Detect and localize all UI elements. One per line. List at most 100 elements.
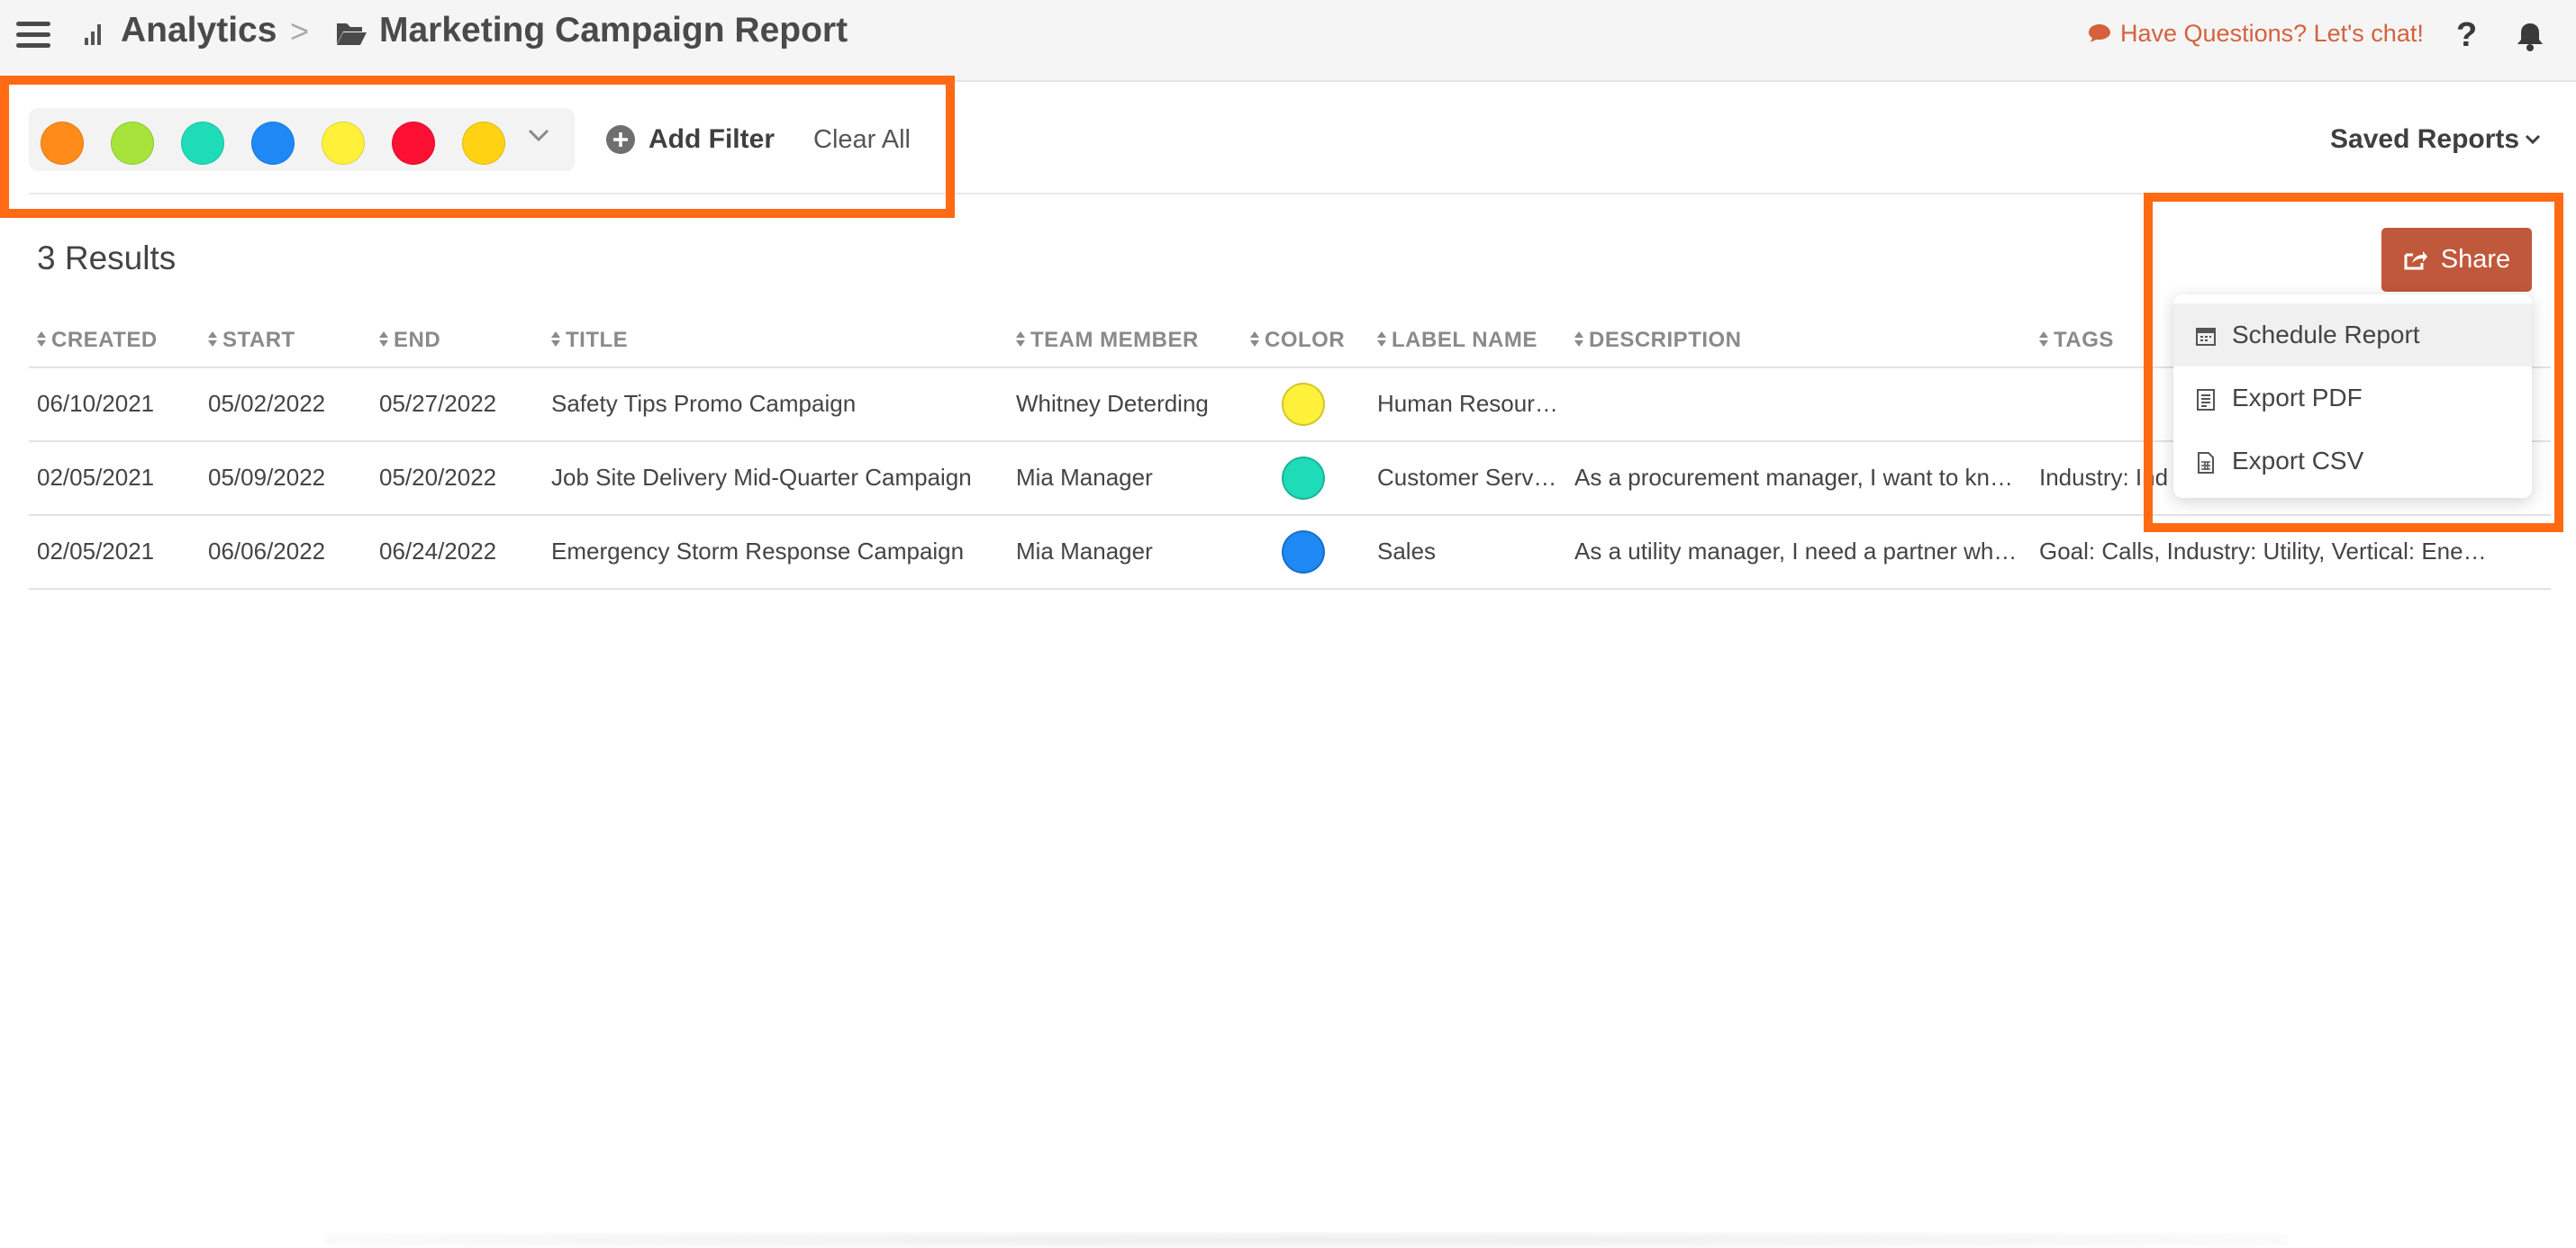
sort-icon	[1250, 331, 1259, 348]
clear-all-link[interactable]: Clear All	[813, 125, 911, 155]
cell-end: 05/27/2022	[379, 390, 497, 417]
cell-team-member: Mia Manager	[1016, 538, 1153, 565]
column-header-team-member[interactable]: TEAM MEMBER	[1016, 328, 1199, 353]
color-swatch-lime[interactable]	[111, 122, 154, 165]
chat-link-label: Have Questions? Let's chat!	[2120, 20, 2424, 47]
column-header-description[interactable]: DESCRIPTION	[1574, 328, 1742, 353]
cell-description: As a utility manager, I need a partner w…	[1574, 538, 2018, 565]
cell-start: 05/09/2022	[208, 464, 326, 491]
cell-title: Safety Tips Promo Campaign	[551, 390, 857, 417]
chat-link[interactable]: Have Questions? Let's chat!	[2088, 20, 2424, 48]
color-swatch-red[interactable]	[392, 122, 435, 165]
column-header-tags[interactable]: TAGS	[2039, 328, 2114, 353]
cell-end: 06/24/2022	[379, 538, 497, 565]
breadcrumb-chevron-icon: >	[290, 13, 310, 50]
calendar-icon	[2196, 328, 2216, 346]
cell-tags: Industry: Ind	[2039, 464, 2169, 491]
column-header-title[interactable]: TITLE	[551, 328, 628, 353]
cell-label-name: Sales	[1377, 538, 1437, 565]
cell-tags: Goal: Calls, Industry: Utility, Vertical…	[2039, 538, 2487, 565]
sort-icon	[37, 331, 46, 348]
column-header-label-name[interactable]: LABEL NAME	[1377, 328, 1537, 353]
column-header-label: TEAM MEMBER	[1030, 328, 1199, 352]
page-title: Marketing Campaign Report	[379, 11, 848, 50]
column-header-start[interactable]: START	[208, 328, 295, 353]
column-header-label: CREATED	[51, 328, 158, 352]
menu-item-schedule-report[interactable]: Schedule Report	[2173, 303, 2532, 366]
column-header-label: COLOR	[1265, 328, 1346, 352]
spreadsheet-icon	[2198, 452, 2214, 474]
breadcrumb-analytics[interactable]: Analytics	[121, 11, 277, 50]
column-header-label: END	[394, 328, 441, 352]
chat-bubble-icon	[2089, 24, 2110, 42]
filter-divider	[29, 193, 2547, 194]
share-label: Share	[2440, 245, 2511, 274]
add-filter-label: Add Filter	[649, 124, 775, 154]
cell-label-name: Human Resour…	[1377, 390, 1558, 417]
cell-title: Job Site Delivery Mid-Quarter Campaign	[551, 464, 972, 491]
cell-color-dot	[1282, 530, 1325, 574]
menu-item-export-pdf[interactable]: Export PDF	[2173, 366, 2532, 430]
bar-chart-icon	[85, 22, 106, 45]
column-header-label: LABEL NAME	[1392, 328, 1537, 352]
color-swatch-gold[interactable]	[462, 122, 505, 165]
cell-start: 05/02/2022	[208, 390, 326, 417]
add-filter-button[interactable]: Add Filter	[605, 124, 775, 155]
share-icon	[2404, 250, 2427, 269]
column-header-created[interactable]: CREATED	[37, 328, 158, 353]
cell-created: 06/10/2021	[37, 390, 155, 417]
cell-color-dot	[1282, 383, 1325, 426]
column-header-label: START	[222, 328, 295, 352]
cell-title: Emergency Storm Response Campaign	[551, 538, 965, 565]
cell-team-member: Whitney Deterding	[1016, 390, 1209, 417]
column-header-label: TITLE	[566, 328, 629, 352]
column-header-color[interactable]: COLOR	[1250, 328, 1345, 353]
menu-item-export-csv[interactable]: Export CSV	[2173, 430, 2532, 493]
help-icon[interactable]: ?	[2456, 16, 2477, 55]
color-swatch-yellow[interactable]	[322, 122, 365, 165]
row-divider	[29, 588, 2551, 590]
saved-reports-label: Saved Reports	[2330, 124, 2520, 154]
column-header-label: DESCRIPTION	[1589, 328, 1742, 352]
color-filter-group	[29, 108, 575, 171]
cell-label-name: Customer Serv…	[1377, 464, 1557, 491]
menu-item-label: Schedule Report	[2232, 321, 2420, 348]
cell-end: 05/20/2022	[379, 464, 497, 491]
sort-icon	[1016, 331, 1025, 348]
sort-icon	[2039, 331, 2048, 348]
sort-icon	[208, 331, 217, 348]
column-header-label: TAGS	[2054, 328, 2114, 352]
bell-icon[interactable]	[2517, 22, 2544, 52]
color-swatch-orange[interactable]	[41, 122, 84, 165]
share-dropdown-menu: Schedule Report Export PDF Export CSV	[2173, 294, 2532, 498]
plus-circle-icon	[606, 125, 635, 154]
top-bar: Analytics > Marketing Campaign Report Ha…	[0, 0, 2576, 82]
color-swatch-blue[interactable]	[251, 122, 295, 165]
share-button[interactable]: Share	[2381, 228, 2532, 292]
hamburger-menu-icon[interactable]	[16, 22, 50, 49]
results-count: 3 Results	[37, 240, 177, 276]
sort-icon	[551, 331, 560, 348]
menu-item-label: Export CSV	[2232, 447, 2364, 475]
cell-start: 06/06/2022	[208, 538, 326, 565]
row-divider	[29, 440, 2551, 442]
chevron-down-icon[interactable]	[527, 127, 550, 143]
cell-color-dot	[1282, 457, 1325, 500]
folder-open-icon	[337, 23, 367, 45]
table-header-divider	[29, 366, 2551, 368]
sort-icon	[1377, 331, 1386, 348]
bottom-shadow	[324, 1232, 2288, 1248]
sort-icon	[379, 331, 388, 348]
saved-reports-dropdown[interactable]: Saved Reports	[2330, 124, 2541, 155]
cell-description: As a procurement manager, I want to kn…	[1574, 464, 2014, 491]
menu-item-label: Export PDF	[2232, 384, 2363, 411]
row-divider	[29, 514, 2551, 516]
column-header-end[interactable]: END	[379, 328, 440, 353]
cell-created: 02/05/2021	[37, 538, 155, 565]
cell-created: 02/05/2021	[37, 464, 155, 491]
cell-team-member: Mia Manager	[1016, 464, 1153, 491]
document-icon	[2197, 389, 2215, 411]
sort-icon	[1574, 331, 1583, 348]
chevron-down-icon	[2526, 134, 2541, 145]
color-swatch-teal[interactable]	[181, 122, 224, 165]
